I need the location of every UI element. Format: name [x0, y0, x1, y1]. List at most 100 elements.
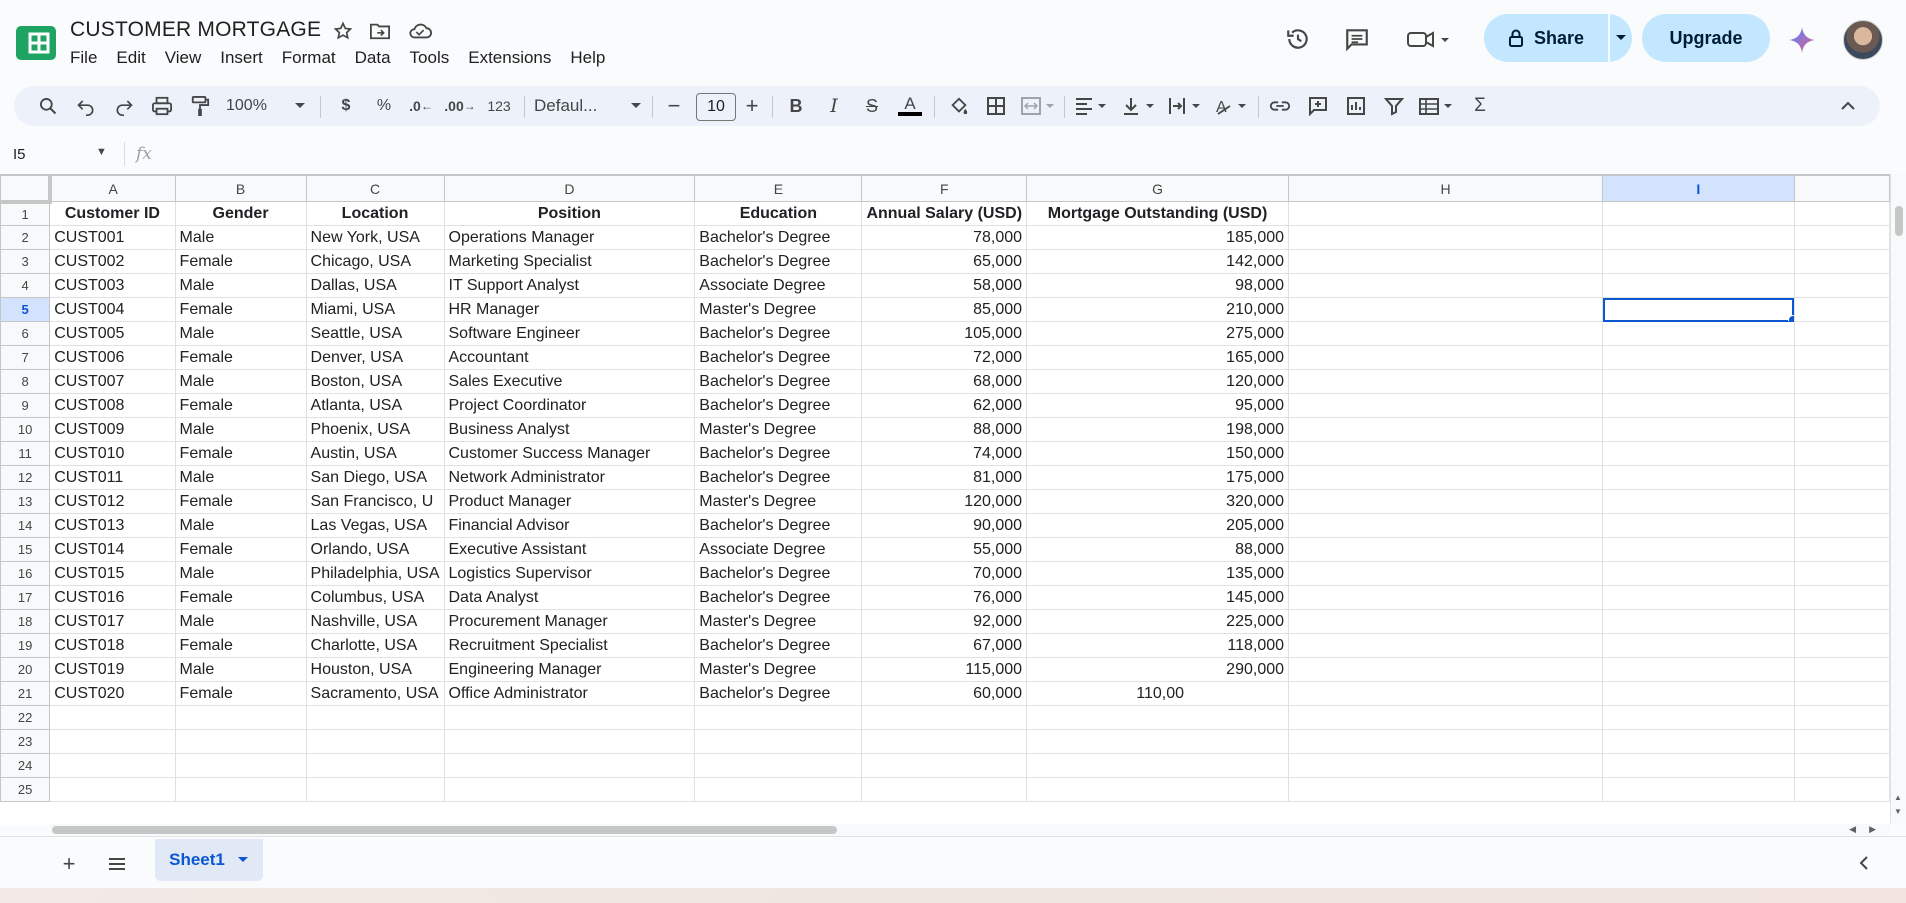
grid-cell[interactable] [1793, 489, 1890, 514]
grid-cell[interactable]: Male [174, 609, 307, 634]
grid-cell[interactable] [861, 705, 1028, 730]
share-button[interactable]: Share [1484, 14, 1632, 62]
text-color-button[interactable]: A [894, 86, 926, 126]
menu-insert[interactable]: Insert [220, 46, 273, 70]
grid-cell[interactable] [1793, 369, 1890, 394]
grid-cell[interactable]: Female [174, 297, 307, 322]
grid-cell[interactable] [1602, 633, 1795, 658]
grid-cell[interactable]: Boston, USA [305, 369, 445, 394]
more-formats-button[interactable]: 123 [482, 86, 516, 126]
grid-cell[interactable]: 115,000 [861, 657, 1028, 682]
grid-cell[interactable]: Male [174, 321, 307, 346]
user-avatar[interactable] [1843, 20, 1883, 60]
grid-cell[interactable] [1288, 681, 1604, 706]
grid-cell[interactable] [1602, 225, 1795, 250]
grid-cell[interactable] [1793, 657, 1890, 682]
header-cell[interactable]: Position [443, 201, 696, 226]
grid-cell[interactable]: Dallas, USA [305, 273, 445, 298]
text-wrapping-icon[interactable] [1166, 86, 1206, 126]
grid-cell[interactable]: Sacramento, USA [305, 681, 445, 706]
grid-cell[interactable]: Denver, USA [305, 345, 445, 370]
grid-cell[interactable]: 55,000 [861, 537, 1028, 562]
format-percent-button[interactable]: % [370, 86, 398, 126]
name-box-dropdown-icon[interactable]: ▼ [96, 146, 107, 158]
filter-views-icon[interactable] [1416, 86, 1458, 126]
column-header[interactable]: A [49, 175, 176, 202]
grid-cell[interactable]: Philadelphia, USA [305, 561, 445, 586]
grid-cell[interactable] [1793, 465, 1890, 490]
add-sheet-icon[interactable]: + [56, 851, 82, 877]
grid-cell[interactable] [1602, 465, 1795, 490]
grid-cell[interactable] [861, 777, 1028, 802]
grid-cell[interactable] [1602, 561, 1795, 586]
row-header[interactable]: 18 [0, 609, 51, 634]
horizontal-scrollbar[interactable]: ◀ ▶ [50, 824, 1890, 836]
grid-cell[interactable] [1793, 561, 1890, 586]
grid-cell[interactable] [1288, 441, 1604, 466]
grid-cell[interactable]: Bachelor's Degree [694, 681, 863, 706]
insert-comment-icon[interactable] [1304, 86, 1332, 126]
grid-cell[interactable]: Bachelor's Degree [694, 441, 863, 466]
grid-cell[interactable]: 67,000 [861, 633, 1028, 658]
format-currency-button[interactable]: $ [332, 86, 360, 126]
grid-cell[interactable] [1026, 753, 1290, 778]
grid-cell[interactable]: 135,000 [1026, 561, 1290, 586]
grid-cell[interactable]: 58,000 [861, 273, 1028, 298]
grid-cell[interactable]: 185,000 [1026, 225, 1290, 250]
grid-cell[interactable] [49, 705, 176, 730]
grid-cell[interactable] [1288, 417, 1604, 442]
grid-cell[interactable] [49, 729, 176, 754]
grid-cell[interactable]: Bachelor's Degree [694, 393, 863, 418]
active-cell[interactable] [1602, 297, 1795, 322]
header-cell[interactable]: Gender [174, 201, 307, 226]
column-header[interactable]: G [1026, 175, 1290, 202]
grid-cell[interactable]: CUST001 [49, 225, 176, 250]
horizontal-scroll-thumb[interactable] [52, 826, 837, 834]
grid-cell[interactable]: Master's Degree [694, 609, 863, 634]
text-rotation-icon[interactable]: A [1212, 86, 1252, 126]
star-icon[interactable] [330, 18, 356, 44]
decrease-font-size-button[interactable]: − [662, 86, 686, 126]
grid-cell[interactable] [1793, 777, 1890, 802]
grid-cell[interactable] [1288, 273, 1604, 298]
grid-cell[interactable]: Bachelor's Degree [694, 225, 863, 250]
grid-cell[interactable] [174, 777, 307, 802]
grid-cell[interactable]: Female [174, 441, 307, 466]
grid-cell[interactable]: Female [174, 489, 307, 514]
grid-cell[interactable]: CUST015 [49, 561, 176, 586]
font-size-input[interactable]: 10 [696, 93, 736, 121]
menu-data[interactable]: Data [355, 46, 401, 70]
grid-cell[interactable] [1793, 585, 1890, 610]
grid-cell[interactable]: Operations Manager [443, 225, 696, 250]
grid-cell[interactable] [174, 729, 307, 754]
row-header[interactable]: 15 [0, 537, 51, 562]
grid-cell[interactable]: 120,000 [861, 489, 1028, 514]
bold-button[interactable]: B [782, 86, 810, 126]
grid-cell[interactable]: CUST004 [49, 297, 176, 322]
grid-cell[interactable]: Miami, USA [305, 297, 445, 322]
menu-view[interactable]: View [165, 46, 212, 70]
grid-cell[interactable] [1793, 249, 1890, 274]
row-header[interactable]: 22 [0, 705, 51, 730]
grid-cell[interactable]: San Francisco, U [305, 489, 445, 514]
print-icon[interactable] [148, 86, 176, 126]
grid-cell[interactable] [1288, 513, 1604, 538]
grid-cell[interactable] [1288, 369, 1604, 394]
grid-cell[interactable] [1602, 537, 1795, 562]
fill-color-icon[interactable] [944, 86, 974, 126]
gemini-sparkle-icon[interactable] [1788, 26, 1816, 54]
row-header[interactable]: 19 [0, 633, 51, 658]
grid-cell[interactable]: 60,000 [861, 681, 1028, 706]
grid-cell[interactable]: Female [174, 345, 307, 370]
grid-cell[interactable] [1288, 777, 1604, 802]
grid-cell[interactable] [305, 777, 445, 802]
grid-cell[interactable] [1602, 753, 1795, 778]
grid-cell[interactable] [1602, 369, 1795, 394]
column-header[interactable]: B [174, 175, 307, 202]
grid-cell[interactable] [861, 729, 1028, 754]
grid-cell[interactable]: Male [174, 417, 307, 442]
grid-cell[interactable] [1602, 201, 1795, 226]
grid-cell[interactable]: Male [174, 561, 307, 586]
grid-cell[interactable] [1793, 609, 1890, 634]
grid-cell[interactable]: Financial Advisor [443, 513, 696, 538]
